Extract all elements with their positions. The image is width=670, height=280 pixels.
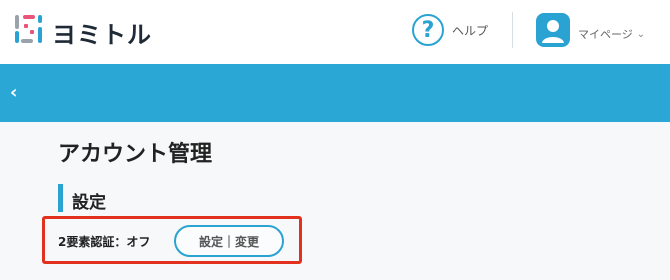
question-circle-icon: ?: [412, 14, 444, 46]
help-label: ヘルプ: [452, 23, 489, 38]
nav-bar: ‹: [0, 64, 670, 122]
two-factor-settings-button[interactable]: 設定｜変更: [174, 225, 284, 257]
logo-mark-icon: [15, 15, 42, 43]
chevron-left-icon[interactable]: ‹: [10, 82, 30, 104]
help-link[interactable]: ? ヘルプ: [412, 12, 488, 48]
top-header: ヨミトル ? ヘルプ マイページ ⌄: [0, 0, 670, 64]
page-title: アカウント管理: [58, 142, 213, 167]
header-divider: [512, 12, 513, 48]
section-title: 設定: [72, 193, 106, 213]
user-icon: [536, 13, 570, 47]
section-accent-bar: [58, 184, 63, 212]
mypage-label: マイページ: [578, 28, 633, 41]
two-factor-status: 2要素認証：オフ: [58, 235, 151, 249]
mypage-menu[interactable]: マイページ ⌄: [536, 12, 645, 48]
chevron-down-icon: ⌄: [636, 28, 646, 40]
logo-text: ヨミトル: [52, 21, 152, 49]
